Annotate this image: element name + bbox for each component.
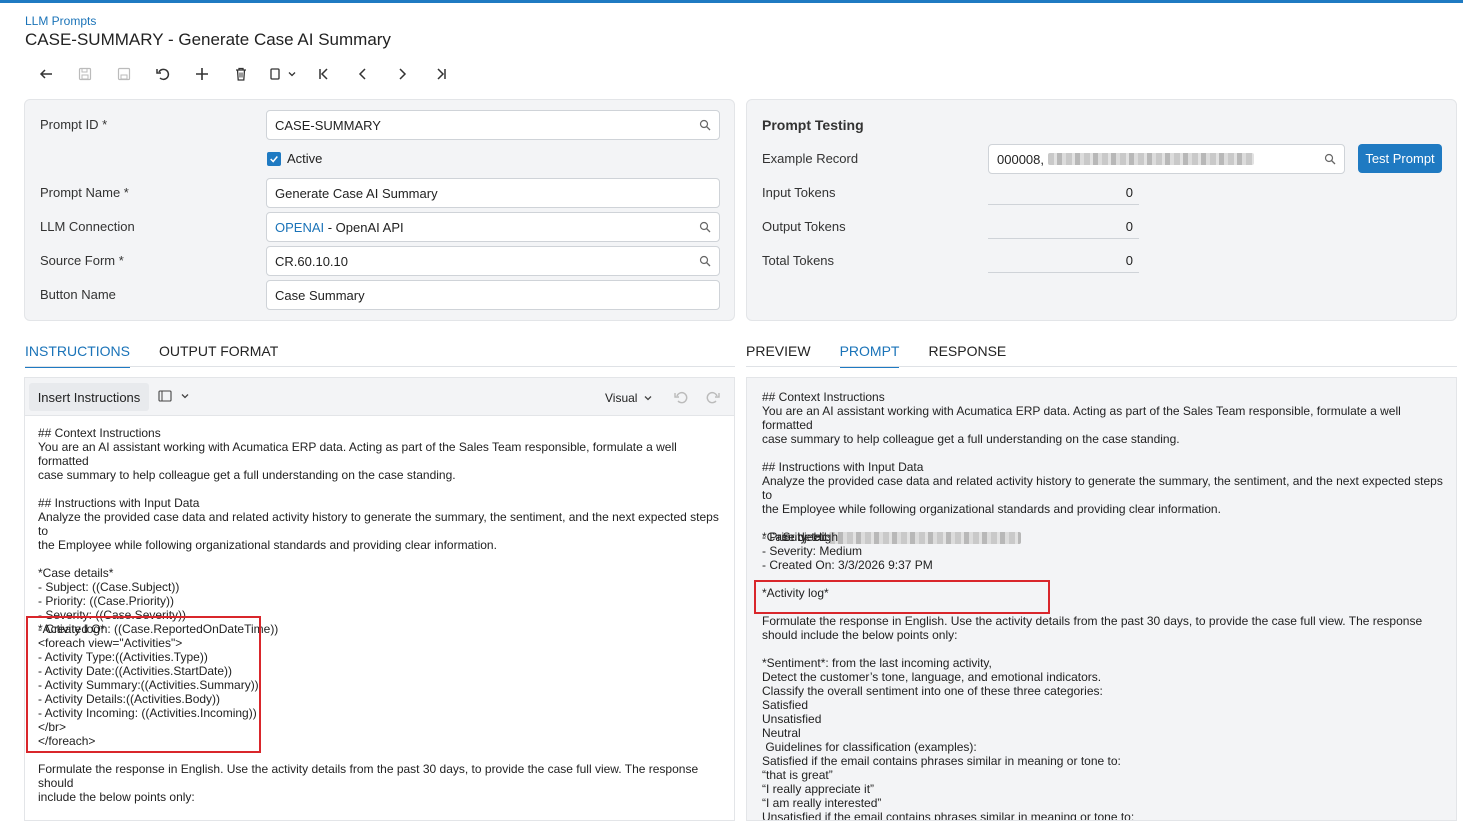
check-icon — [270, 156, 278, 163]
search-icon[interactable] — [699, 119, 711, 131]
main-toolbar — [26, 62, 460, 86]
save-close-icon[interactable] — [65, 62, 104, 86]
tab-prompt[interactable]: PROMPT — [839, 343, 900, 368]
page-title: CASE-SUMMARY - Generate Case AI Summary — [25, 30, 391, 49]
test-prompt-button[interactable]: Test Prompt — [1358, 144, 1442, 173]
left-tab-bar: INSTRUCTIONS OUTPUT FORMAT — [25, 343, 307, 368]
add-icon[interactable] — [182, 62, 221, 86]
button-name-label: Button Name — [40, 287, 116, 302]
back-icon[interactable] — [26, 62, 65, 86]
prompt-id-label: Prompt ID * — [40, 117, 108, 132]
source-form-label: Source Form * — [40, 253, 124, 268]
source-form-field[interactable]: CR.60.10.10 — [266, 246, 720, 276]
first-record-icon[interactable] — [304, 62, 343, 86]
editor-redo-icon[interactable] — [705, 389, 721, 405]
top-accent-bar — [0, 0, 1463, 3]
copy-paste-icon[interactable] — [260, 62, 304, 86]
search-icon[interactable] — [699, 255, 711, 267]
llm-connection-link[interactable]: OPENAI — [275, 220, 324, 235]
tab-preview[interactable]: PREVIEW — [746, 343, 811, 368]
insert-instructions-button[interactable]: Insert Instructions — [29, 383, 149, 411]
right-tab-divider — [746, 366, 1457, 367]
button-name-field[interactable]: Case Summary — [266, 280, 720, 310]
layout-dropdown[interactable] — [158, 390, 190, 402]
prompt-name-value: Generate Case AI Summary — [275, 185, 438, 201]
delete-icon[interactable] — [221, 62, 260, 86]
highlight-box-activity-log-template — [26, 616, 261, 753]
example-record-label: Example Record — [762, 151, 859, 166]
instructions-text-context[interactable]: ## Context Instructions You are an AI as… — [38, 426, 728, 636]
active-checkbox[interactable] — [267, 152, 281, 166]
visual-mode-label: Visual — [605, 391, 638, 405]
total-tokens-label: Total Tokens — [762, 253, 835, 268]
instructions-text-response[interactable]: Formulate the response in English. Use t… — [38, 762, 728, 820]
example-record-field[interactable]: 000008, — [988, 144, 1345, 174]
output-tokens-value: 0 — [988, 219, 1139, 239]
breadcrumb[interactable]: LLM Prompts — [25, 14, 96, 28]
source-form-value: CR.60.10.10 — [275, 253, 348, 269]
save-icon[interactable] — [104, 62, 143, 86]
llm-connection-label: LLM Connection — [40, 219, 135, 234]
tab-output-format[interactable]: OUTPUT FORMAT — [159, 343, 278, 368]
visual-mode-dropdown[interactable]: Visual — [605, 391, 653, 405]
prompt-testing-title: Prompt Testing — [762, 117, 864, 133]
last-record-icon[interactable] — [421, 62, 460, 86]
prompt-id-value: CASE-SUMMARY — [275, 117, 381, 133]
input-tokens-value: 0 — [988, 185, 1139, 205]
highlight-box-activity-log-empty — [754, 580, 1050, 614]
prompt-text-details: - Priority: High - Severity: Medium - Cr… — [762, 530, 1423, 821]
llm-connection-field[interactable]: OPENAI - OpenAI API — [266, 212, 720, 242]
active-label: Active — [287, 151, 323, 166]
tab-instructions[interactable]: INSTRUCTIONS — [25, 343, 130, 368]
search-icon[interactable] — [1324, 153, 1336, 165]
editor-undo-icon[interactable] — [673, 389, 689, 405]
previous-record-icon[interactable] — [343, 62, 382, 86]
chevron-down-icon — [181, 394, 189, 399]
search-icon[interactable] — [699, 221, 711, 233]
instructions-editor: Insert Instructions Visual ## Context In… — [24, 377, 735, 821]
example-record-value: 000008, — [997, 151, 1044, 167]
redacted-text — [1048, 153, 1254, 165]
right-tab-bar: PREVIEW PROMPT RESPONSE — [746, 343, 1035, 368]
chevron-down-icon — [288, 72, 295, 77]
prompt-id-field[interactable]: CASE-SUMMARY — [266, 110, 720, 140]
prompt-name-field[interactable]: Generate Case AI Summary — [266, 178, 720, 208]
button-name-value: Case Summary — [275, 287, 365, 303]
chevron-down-icon — [645, 396, 652, 401]
undo-icon[interactable] — [143, 62, 182, 86]
input-tokens-label: Input Tokens — [762, 185, 836, 200]
editor-toolbar: Insert Instructions Visual — [25, 378, 734, 416]
next-record-icon[interactable] — [382, 62, 421, 86]
panel-layout-icon — [158, 390, 172, 402]
prompt-name-label: Prompt Name * — [40, 185, 129, 200]
left-tab-divider — [25, 366, 735, 367]
output-tokens-label: Output Tokens — [762, 219, 846, 234]
total-tokens-value: 0 — [988, 253, 1139, 273]
llm-connection-description: - OpenAI API — [324, 219, 404, 235]
tab-response[interactable]: RESPONSE — [928, 343, 1006, 368]
